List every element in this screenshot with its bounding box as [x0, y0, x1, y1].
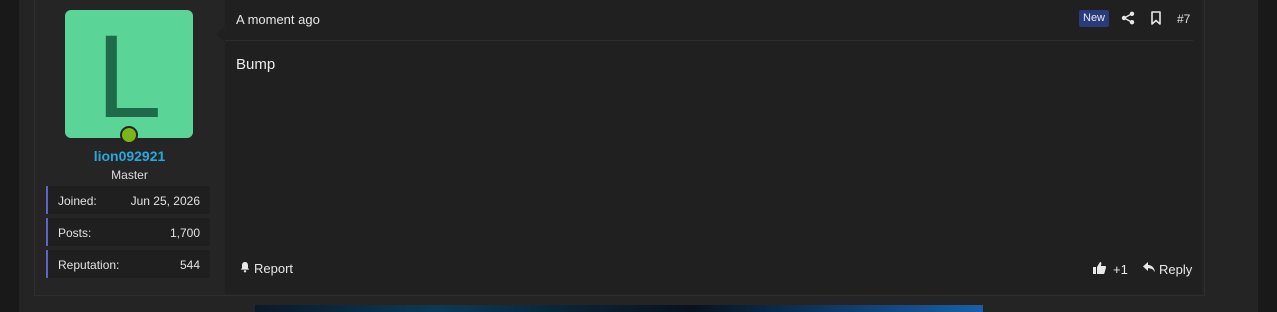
stat-value: Jun 25, 2026	[130, 194, 200, 208]
online-status-indicator	[120, 126, 138, 144]
bookmark-icon[interactable]	[1149, 11, 1163, 25]
post-arrow	[216, 26, 225, 42]
stat-value: 544	[179, 258, 200, 272]
post-timestamp[interactable]: A moment ago	[236, 12, 320, 27]
new-badge: New	[1079, 10, 1110, 27]
advertisement-banner[interactable]	[255, 305, 983, 312]
user-stat-posts: Posts: 1,700	[46, 218, 210, 246]
page-margin-right	[1258, 0, 1277, 312]
username-link[interactable]: lion092921	[35, 148, 224, 164]
stat-label: Reputation:	[58, 258, 120, 272]
reply-icon	[1142, 261, 1156, 277]
share-icon[interactable]	[1121, 11, 1135, 25]
reply-button[interactable]: Reply	[1142, 261, 1192, 277]
avatar[interactable]: L	[65, 10, 193, 138]
thumbs-up-icon	[1092, 261, 1107, 278]
like-count: +1	[1113, 262, 1128, 277]
post-message: Bump	[236, 56, 276, 73]
report-button[interactable]: Report	[239, 261, 293, 276]
bell-icon	[239, 261, 251, 276]
avatar-letter: L	[96, 11, 162, 143]
user-stat-reputation: Reputation: 544	[46, 250, 210, 278]
reply-label: Reply	[1159, 261, 1193, 277]
stat-label: Joined:	[58, 194, 97, 208]
report-label: Report	[254, 261, 294, 276]
post-main	[225, 0, 1202, 294]
stat-value: 1,700	[169, 226, 200, 240]
user-title: Master	[111, 168, 148, 182]
user-stat-joined: Joined: Jun 25, 2026	[46, 186, 210, 214]
page-margin-left	[0, 0, 19, 312]
post-number-link[interactable]: #7	[1177, 12, 1190, 26]
like-button[interactable]: +1	[1092, 261, 1128, 278]
post-header-divider	[225, 40, 1193, 41]
stat-label: Posts:	[58, 226, 92, 240]
